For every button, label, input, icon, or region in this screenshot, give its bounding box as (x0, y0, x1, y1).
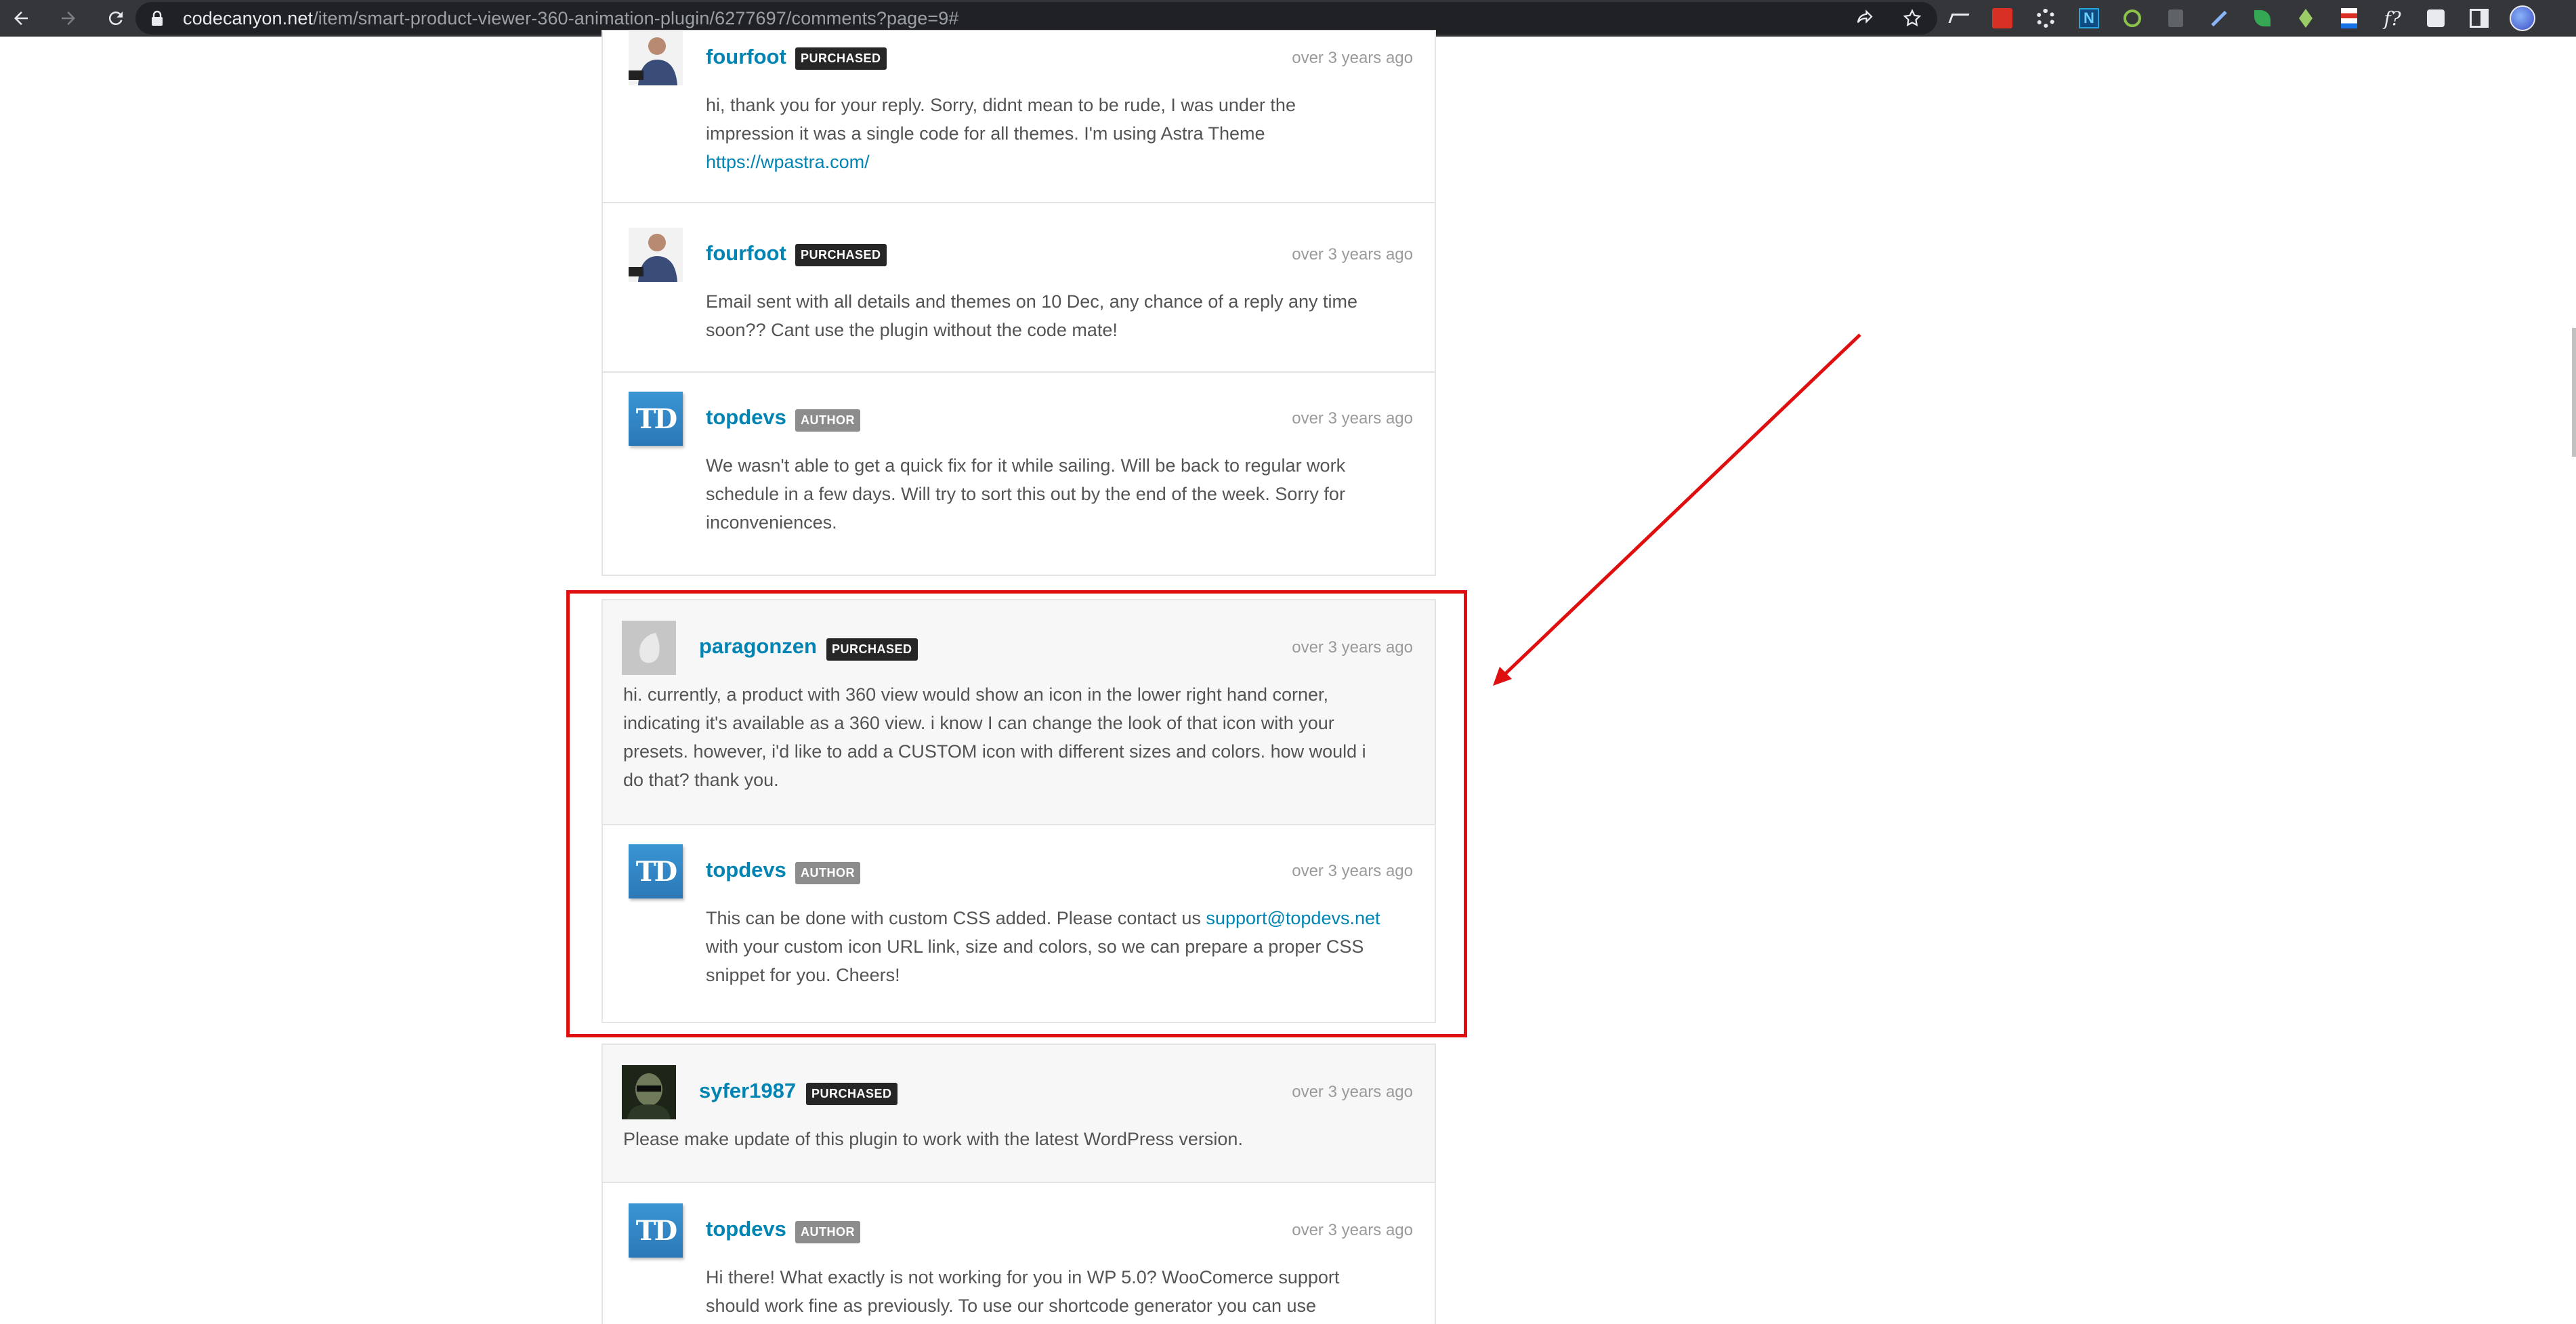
user-avatar[interactable] (622, 1065, 676, 1119)
bookmark-star-icon[interactable] (1902, 8, 1922, 28)
extension-pen-icon[interactable] (2197, 0, 2241, 37)
topdevs-avatar[interactable]: TD (629, 392, 683, 446)
extensions-puzzle-icon[interactable] (2414, 0, 2457, 37)
url-path: /item/smart-product-viewer-360-animation… (313, 7, 959, 28)
purchased-badge: PURCHASED (806, 1083, 898, 1105)
purchased-badge: PURCHASED (795, 47, 887, 70)
comment-time: over 3 years ago (1292, 409, 1413, 428)
extension-gem-icon[interactable] (2284, 0, 2327, 37)
user-avatar[interactable] (629, 228, 683, 282)
comment-line: Please make update of this plugin to wor… (623, 1129, 1243, 1149)
topdevs-avatar[interactable]: TD (629, 1203, 683, 1258)
comment-line: Email sent with all details and themes o… (706, 291, 1358, 312)
comment-body: We wasn't able to get a quick fix for it… (706, 451, 1417, 537)
comment-username[interactable]: topdevs (706, 405, 786, 430)
comment-thread: fourfoot PURCHASED over 3 years ago hi, … (601, 30, 1436, 576)
url-text: codecanyon.net/item/smart-product-viewer… (183, 8, 959, 29)
comment-line: soon?? Cant use the plugin without the c… (706, 320, 1118, 340)
comment-line: impression it was a single code for all … (706, 123, 1265, 144)
comment-item: fourfoot PURCHASED over 3 years ago Emai… (603, 203, 1435, 371)
comment-line: Hi there! What exactly is not working fo… (706, 1267, 1340, 1287)
comment-link[interactable]: https://wpastra.com/ (706, 152, 870, 172)
extension-molecule-icon[interactable] (2111, 0, 2154, 37)
person-photo-icon (629, 31, 683, 85)
extensions-bar: N f? (1937, 0, 2544, 37)
comment-item: syfer1987 PURCHASED over 3 years ago Ple… (603, 1045, 1435, 1182)
person-photo-icon (629, 228, 683, 282)
comment-username[interactable]: fourfoot (706, 241, 786, 266)
url-host: codecanyon.net (183, 7, 314, 28)
annotation-arrow-icon (1493, 333, 1861, 686)
comment-time: over 3 years ago (1292, 245, 1413, 264)
comment-line: hi, thank you for your reply. Sorry, did… (706, 95, 1296, 115)
comment-item: TD topdevs AUTHOR over 3 years ago Hi th… (603, 1183, 1435, 1324)
comment-line: inconveniences. (706, 512, 837, 533)
comment-body: Hi there! What exactly is not working fo… (706, 1263, 1417, 1320)
back-button[interactable] (4, 0, 38, 37)
arrow-left-icon (14, 12, 28, 25)
author-badge: AUTHOR (795, 409, 860, 432)
comment-username[interactable]: topdevs (706, 1217, 786, 1241)
forward-button[interactable] (51, 0, 85, 37)
extension-gear-icon[interactable] (2024, 0, 2067, 37)
comment-thread: syfer1987 PURCHASED over 3 years ago Ple… (601, 1043, 1436, 1324)
scrollbar-thumb[interactable] (2572, 328, 2576, 457)
share-icon[interactable] (1855, 8, 1875, 28)
extension-leaf-icon[interactable] (2241, 0, 2284, 37)
comment-line: should work fine as previously. To use o… (706, 1296, 1317, 1316)
comment-body: Please make update of this plugin to wor… (623, 1125, 1422, 1153)
extension-n-icon[interactable]: N (2067, 0, 2111, 37)
comment-body: hi, thank you for your reply. Sorry, did… (706, 91, 1417, 176)
extension-red-icon[interactable] (1981, 0, 2024, 37)
lock-icon (150, 10, 164, 26)
comment-time: over 3 years ago (1292, 1083, 1413, 1101)
reload-icon (108, 11, 123, 25)
comment-time: over 3 years ago (1292, 1221, 1413, 1239)
comment-item: TD topdevs AUTHOR over 3 years ago We wa… (603, 373, 1435, 576)
side-panel-icon[interactable] (2457, 0, 2501, 37)
reload-button[interactable] (99, 0, 133, 37)
comment-line: schedule in a few days. Will try to sort… (706, 484, 1345, 504)
extension-sort-icon[interactable] (1937, 0, 1981, 37)
omnibox-actions (1855, 2, 1922, 35)
comment-time: over 3 years ago (1292, 49, 1413, 67)
author-badge: AUTHOR (795, 1221, 860, 1243)
extension-flag-icon[interactable] (2327, 0, 2371, 37)
comment-body: Email sent with all details and themes o… (706, 287, 1417, 344)
profile-avatar[interactable] (2501, 0, 2544, 37)
arrow-right-icon (62, 12, 75, 25)
extension-copy-icon[interactable] (2154, 0, 2197, 37)
user-avatar[interactable] (629, 31, 683, 85)
extension-function-icon[interactable]: f? (2371, 0, 2414, 37)
comment-line: We wasn't able to get a quick fix for it… (706, 455, 1346, 476)
comment-username[interactable]: fourfoot (706, 45, 786, 69)
comment-username[interactable]: syfer1987 (699, 1079, 796, 1103)
comment-item: fourfoot PURCHASED over 3 years ago hi, … (603, 31, 1435, 202)
purchased-badge: PURCHASED (795, 244, 887, 266)
annotation-highlight-box (566, 590, 1467, 1037)
person-photo-icon (622, 1065, 676, 1119)
